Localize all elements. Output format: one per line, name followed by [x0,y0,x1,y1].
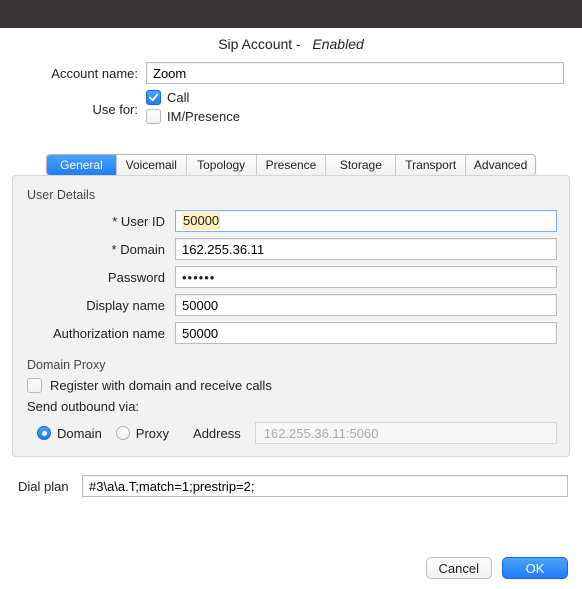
tabs: GeneralVoicemailTopologyPresenceStorageT… [46,154,536,176]
radio-proxy[interactable] [116,426,130,440]
auth-name-label: Authorization name [25,326,175,341]
tab-presence[interactable]: Presence [257,155,327,175]
dial-plan-label: Dial plan [14,479,82,494]
dialog-status: Enabled [312,36,363,52]
tab-voicemail[interactable]: Voicemail [117,155,187,175]
dial-plan-input[interactable] [82,475,568,497]
dialog-title-prefix: Sip Account - [218,36,304,52]
domain-label: * Domain [25,242,175,257]
display-name-label: Display name [25,298,175,313]
check-icon [148,92,159,103]
window-titlebar [0,0,582,28]
radio-domain[interactable] [37,426,51,440]
dialog-title: Sip Account - Enabled [0,28,582,58]
domain-input[interactable] [175,238,557,260]
cancel-button[interactable]: Cancel [426,557,492,579]
tab-topology[interactable]: Topology [187,155,257,175]
account-name-input[interactable] [146,62,564,84]
password-label: Password [25,270,175,285]
address-label: Address [193,426,241,441]
tab-advanced[interactable]: Advanced [466,155,535,175]
account-name-label: Account name: [18,66,146,81]
checkbox-register[interactable] [27,378,42,393]
user-id-label: * User ID [25,214,175,229]
call-label: Call [167,90,189,105]
password-input[interactable]: •••••• [175,266,557,288]
checkbox-im-presence[interactable] [146,109,161,124]
auth-name-input[interactable] [175,322,557,344]
address-input[interactable]: 162.255.36.11:5060 [255,422,557,444]
im-presence-label: IM/Presence [167,109,240,124]
user-id-input[interactable]: 50000 [175,210,557,232]
checkbox-call[interactable] [146,90,161,105]
display-name-input[interactable] [175,294,557,316]
tab-general[interactable]: General [47,155,117,175]
domain-proxy-group-label: Domain Proxy [27,358,557,372]
user-details-group-label: User Details [27,188,557,202]
radio-domain-label: Domain [57,426,102,441]
send-outbound-label: Send outbound via: [27,399,557,414]
usefor-label: Use for: [18,102,146,117]
radio-proxy-label: Proxy [136,426,169,441]
ok-button[interactable]: OK [502,557,568,579]
register-label: Register with domain and receive calls [50,378,272,393]
tab-storage[interactable]: Storage [326,155,396,175]
user-id-value: 50000 [182,212,220,230]
tab-transport[interactable]: Transport [396,155,466,175]
